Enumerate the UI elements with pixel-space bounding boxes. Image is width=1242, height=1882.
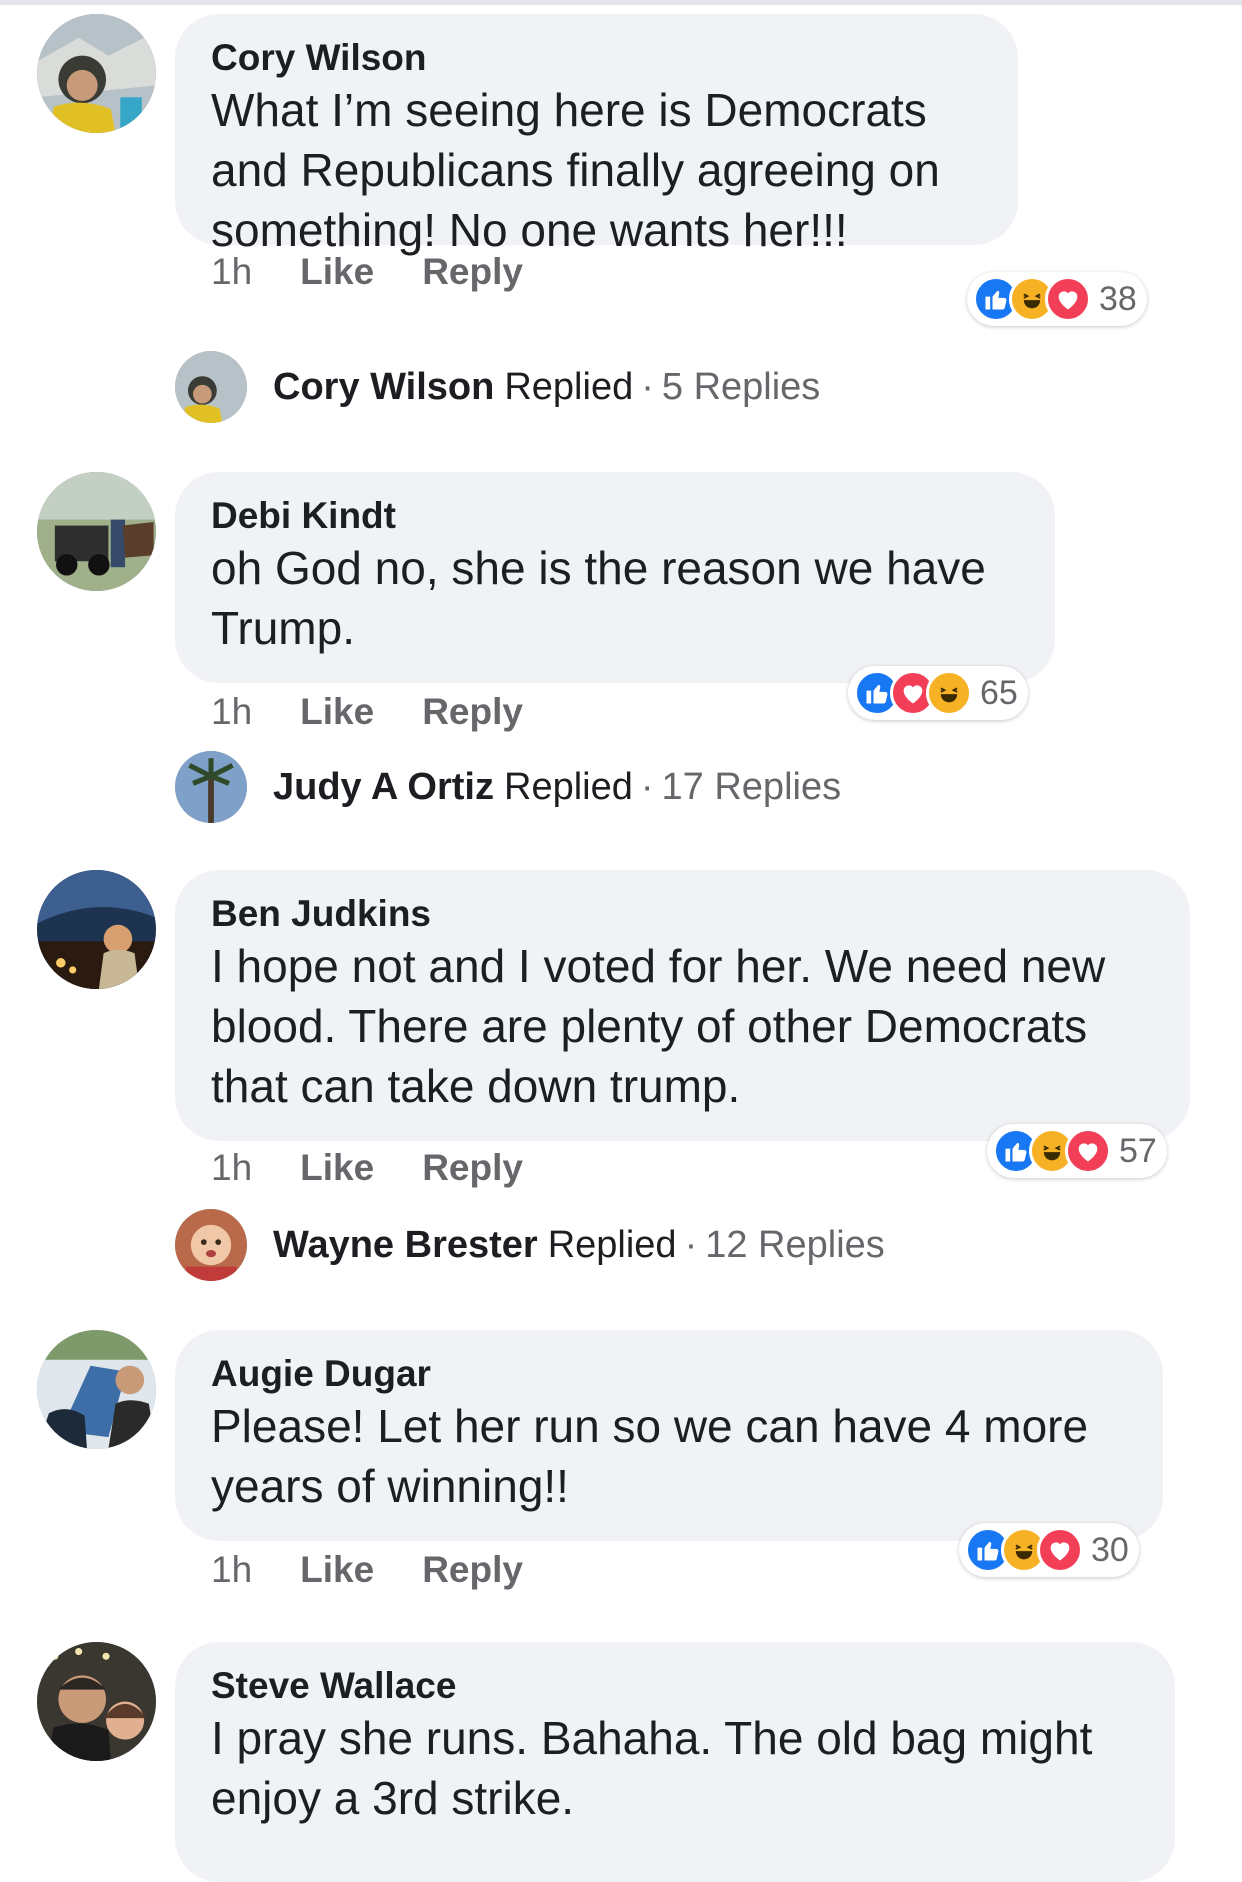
comment-author[interactable]: Steve Wallace [211, 1664, 1139, 1708]
comment-text: Please! Let her run so we can have 4 mor… [211, 1400, 1089, 1512]
like-button[interactable]: Like [300, 248, 374, 296]
avatar[interactable] [37, 870, 156, 989]
comment-timestamp[interactable]: 1h [211, 1546, 252, 1594]
replied-label: Replied [547, 1223, 677, 1266]
comment-author[interactable]: Augie Dugar [211, 1352, 1127, 1396]
reactions-summary[interactable]: 65 [848, 666, 1028, 720]
separator-dot: · [641, 365, 654, 408]
reactions-summary[interactable]: 57 [987, 1124, 1167, 1178]
reaction-count: 30 [1091, 1530, 1129, 1569]
reply-avatar [175, 351, 247, 423]
like-button[interactable]: Like [300, 1546, 374, 1594]
comment-bubble: Ben Judkins I hope not and I voted for h… [175, 870, 1190, 1141]
reactions-summary[interactable]: 30 [959, 1523, 1139, 1577]
comment-actions: 1h Like Reply [211, 688, 523, 736]
like-button[interactable]: Like [300, 688, 374, 736]
comment-author[interactable]: Debi Kindt [211, 494, 1019, 538]
comment-author[interactable]: Ben Judkins [211, 892, 1154, 936]
reaction-count: 65 [980, 673, 1018, 712]
comment-bubble: Debi Kindt oh God no, she is the reason … [175, 472, 1055, 683]
reply-author[interactable]: Wayne Brester [273, 1224, 538, 1267]
comment-actions: 1h Like Reply [211, 1144, 523, 1192]
reply-button[interactable]: Reply [422, 1144, 523, 1192]
replies-preview[interactable]: Judy A Ortiz Replied · 17 Replies [175, 751, 841, 823]
comment-text: oh God no, she is the reason we have Tru… [211, 542, 986, 654]
reaction-count: 57 [1119, 1131, 1157, 1170]
reply-author[interactable]: Judy A Ortiz [273, 766, 494, 809]
replied-label: Replied [504, 765, 633, 808]
comment-bubble: Cory Wilson What I’m seeing here is Demo… [175, 14, 1018, 256]
comment-actions: 1h Like Reply [211, 1546, 523, 1594]
replies-preview[interactable]: Cory Wilson Replied · 5 Replies [175, 351, 820, 423]
comment-timestamp[interactable]: 1h [211, 688, 252, 736]
love-reaction-icon [1045, 276, 1091, 322]
comment-timestamp[interactable]: 1h [211, 1144, 252, 1192]
reply-button[interactable]: Reply [422, 688, 523, 736]
avatar[interactable] [37, 14, 156, 133]
separator-dot: · [640, 765, 654, 808]
reply-count[interactable]: 5 Replies [662, 366, 820, 409]
avatar[interactable] [37, 472, 156, 591]
like-button[interactable]: Like [300, 1144, 374, 1192]
reply-button[interactable]: Reply [422, 1546, 523, 1594]
haha-reaction-icon [926, 670, 972, 716]
love-reaction-icon [1037, 1527, 1083, 1573]
replies-preview[interactable]: Wayne Brester Replied · 12 Replies [175, 1209, 885, 1281]
comment-timestamp[interactable]: 1h [211, 248, 252, 296]
comment-text: I hope not and I voted for her. We need … [211, 940, 1106, 1112]
reply-count[interactable]: 12 Replies [705, 1224, 885, 1267]
reply-avatar [175, 1209, 247, 1281]
comment-author[interactable]: Cory Wilson [211, 36, 982, 80]
separator-dot: · [684, 1223, 698, 1266]
comment-actions: 1h Like Reply [211, 248, 523, 296]
reply-button[interactable]: Reply [422, 248, 523, 296]
love-reaction-icon [1065, 1128, 1111, 1174]
comment-text: What I’m seeing here is Democrats and Re… [211, 84, 940, 256]
comment-bubble: Augie Dugar Please! Let her run so we ca… [175, 1330, 1163, 1541]
avatar[interactable] [37, 1330, 156, 1449]
reactions-summary[interactable]: 38 [967, 272, 1147, 326]
avatar[interactable] [37, 1642, 156, 1761]
replied-label: Replied [504, 365, 634, 408]
reply-count[interactable]: 17 Replies [662, 766, 842, 809]
reply-author[interactable]: Cory Wilson [273, 366, 494, 409]
reply-avatar [175, 751, 247, 823]
comment-text: I pray she runs. Bahaha. The old bag mig… [211, 1712, 1093, 1824]
comment-bubble: Steve Wallace I pray she runs. Bahaha. T… [175, 1642, 1175, 1882]
top-divider [0, 0, 1242, 5]
reaction-count: 38 [1099, 279, 1137, 318]
